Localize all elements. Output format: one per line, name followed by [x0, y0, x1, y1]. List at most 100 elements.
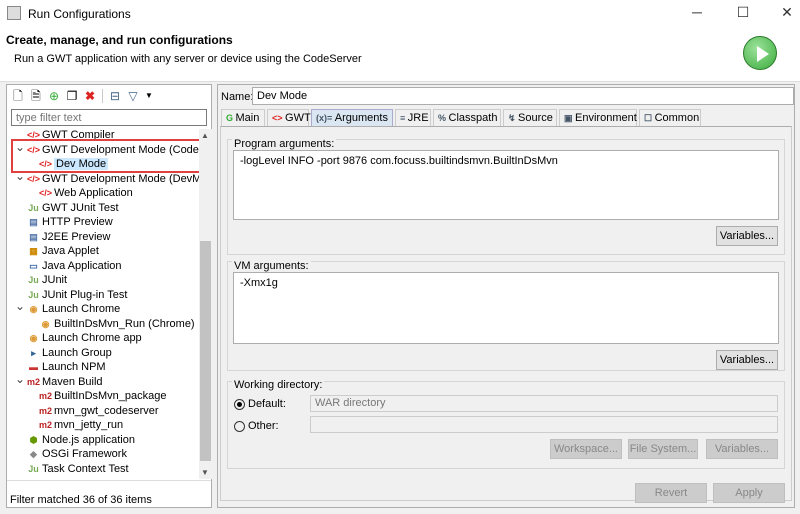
title-bar: Run Configurations ─ ☐ ✕ — [0, 0, 800, 26]
tree-scrollbar[interactable]: ▲ ▼ — [199, 129, 212, 479]
tree-item[interactable]: ⌄ m2 Maven Build — [15, 372, 103, 389]
filter-status: Filter matched 36 of 36 items — [10, 494, 152, 506]
ju-icon: Ju — [28, 463, 39, 474]
tree-item[interactable]: ◉ Launch Chrome app — [27, 331, 142, 345]
config-editor: Name: Dev Mode G Main <> GWT (x)= Argument… — [217, 84, 795, 508]
toolbar-divider — [102, 89, 103, 103]
tree-item-label: Node.js application — [42, 433, 135, 446]
file-system-button[interactable]: File System... — [628, 439, 698, 459]
banner-subtitle: Run a GWT application with any server or… — [14, 53, 362, 65]
tree-item-label: Launch Group — [42, 346, 112, 359]
app-icon — [7, 6, 21, 20]
tree-item[interactable]: ▤ HTTP Preview — [27, 215, 112, 229]
default-radio[interactable]: Default: — [234, 398, 286, 410]
tree-item[interactable]: ◆ OSGi Framework — [27, 447, 127, 461]
tree-item[interactable]: ⌄ ◉ Launch Chrome — [15, 299, 121, 316]
program-arguments-group: Program arguments: -logLevel INFO -port … — [227, 138, 785, 255]
delete-icon[interactable]: ✖ — [82, 88, 98, 104]
tab-main[interactable]: G Main — [221, 109, 265, 126]
filter-input[interactable] — [11, 109, 207, 126]
collapse-all-icon[interactable]: ⊟ — [107, 88, 123, 104]
maximize-button[interactable]: ☐ — [728, 4, 758, 22]
other-directory-field[interactable] — [310, 416, 778, 433]
tab-arguments[interactable]: (x)= Arguments — [311, 109, 393, 126]
tab-gwt[interactable]: <> GWT — [267, 109, 311, 126]
new-config-icon[interactable]: 🗋 — [10, 88, 26, 104]
revert-button[interactable]: Revert — [635, 483, 707, 503]
tree-item[interactable]: ▬ Launch NPM — [27, 360, 106, 374]
tree-item[interactable]: m2 mvn_jetty_run — [39, 418, 123, 432]
workspace-button[interactable]: Workspace... — [550, 439, 622, 459]
tab-label: Arguments — [334, 112, 388, 124]
environment-tab-icon: ▣ — [564, 113, 576, 123]
group-icon: ▸ — [31, 347, 36, 358]
tab-label: Environment — [575, 112, 637, 124]
vm-variables-button[interactable]: Variables... — [716, 350, 778, 370]
tree-item[interactable]: ◉ BuiltInDsMvn_Run (Chrome) — [39, 317, 195, 331]
tree-item[interactable]: </> Web Application — [39, 186, 133, 200]
tree-item[interactable]: ▭ Java Application — [27, 259, 121, 273]
tab-jre[interactable]: ≡ JRE — [395, 109, 431, 126]
duplicate-prototype-icon[interactable]: ⊕ — [46, 88, 62, 104]
duplicate-icon[interactable]: ❐ — [64, 88, 80, 104]
tree-item[interactable]: Ju GWT JUnit Test — [27, 201, 119, 215]
tree-item-label: JUnit Plug-in Test — [42, 288, 128, 301]
tab-classpath[interactable]: % Classpath — [433, 109, 501, 126]
tree-item-label: OSGi Framework — [42, 448, 127, 460]
chrome-icon: ◉ — [29, 333, 38, 343]
arguments-tab-icon: (x)= — [316, 113, 335, 123]
page-icon: ▤ — [29, 217, 38, 227]
banner-title: Create, manage, and run configurations — [6, 33, 233, 47]
app-icon: ▭ — [29, 260, 38, 271]
ju-icon: Ju — [28, 289, 39, 300]
other-radio[interactable]: Other: — [234, 420, 279, 432]
program-variables-button[interactable]: Variables... — [716, 226, 778, 246]
tree-item[interactable]: ⌄</>GWT Development Mode (DevMode — [15, 169, 199, 186]
filter-icon[interactable]: ▽ — [125, 88, 141, 104]
new-prototype-icon[interactable]: 🗎 — [28, 88, 44, 104]
vm-arguments-group: VM arguments: -Xmx1g Variables... — [227, 260, 785, 371]
close-button[interactable]: ✕ — [772, 4, 800, 22]
chrome-icon: ◉ — [41, 318, 50, 329]
tree-item[interactable]: m2 mvn_gwt_codeserver — [39, 404, 159, 418]
m2-icon: m2 — [39, 420, 53, 430]
tree-item[interactable]: m2 BuiltInDsMvn_package — [39, 389, 167, 403]
tree-item[interactable]: ▸ Launch Group — [27, 346, 112, 360]
expand-chevron-icon[interactable]: ⌄ — [15, 299, 25, 313]
ju-icon: Ju — [28, 275, 39, 285]
expand-chevron-icon[interactable]: ⌄ — [15, 372, 25, 386]
node-icon: ⬢ — [29, 434, 38, 445]
common-tab-icon: ☐ — [644, 113, 655, 123]
tree-item-label: mvn_gwt_codeserver — [54, 404, 159, 417]
tree-item[interactable]: Ju JUnit Plug-in Test — [27, 288, 127, 302]
tree-item[interactable]: ⬢ Node.js application — [27, 433, 135, 447]
program-arguments-input[interactable]: -logLevel INFO -port 9876 com.focuss.bui… — [233, 150, 779, 220]
tree-item[interactable]: Ju Task Context Test — [27, 462, 129, 476]
name-input[interactable]: Dev Mode — [252, 87, 794, 105]
tree-item[interactable]: ▦ Java Applet — [27, 244, 99, 258]
apply-button[interactable]: Apply — [713, 483, 785, 503]
tree-item-label: Launch Chrome — [42, 303, 121, 315]
tab-common[interactable]: ☐ Common — [639, 109, 701, 126]
tree-item-label: Task Context Test — [42, 462, 129, 475]
tab-environment[interactable]: ▣ Environment — [559, 109, 637, 126]
workdir-variables-button[interactable]: Variables... — [706, 439, 778, 459]
header-banner: Create, manage, and run configurations R… — [0, 26, 800, 82]
jre-tab-icon: ≡ — [400, 113, 408, 123]
tab-label: Main — [235, 112, 260, 124]
tree-item[interactable]: Ju JUnit — [27, 273, 67, 287]
page-icon: ▤ — [29, 231, 38, 242]
tree-item-label: GWT Development Mode (DevMode — [42, 172, 199, 185]
window-title: Run Configurations — [28, 7, 131, 21]
working-directory-label: Working directory: — [232, 379, 325, 391]
tab-source[interactable]: ↯ Source — [503, 109, 557, 126]
view-menu-icon[interactable]: ▼ — [141, 88, 157, 104]
tree-item-label: GWT JUnit Test — [42, 201, 119, 214]
minimize-button[interactable]: ─ — [682, 4, 712, 22]
vm-arguments-input[interactable]: -Xmx1g — [233, 272, 779, 344]
tree-item-label: BuiltInDsMvn_package — [54, 390, 167, 402]
default-label: Default: — [248, 398, 286, 410]
tree-item[interactable]: ▤ J2EE Preview — [27, 230, 110, 244]
working-directory-group: Working directory: Default: WAR director… — [227, 379, 785, 469]
source-tab-icon: ↯ — [508, 113, 519, 123]
